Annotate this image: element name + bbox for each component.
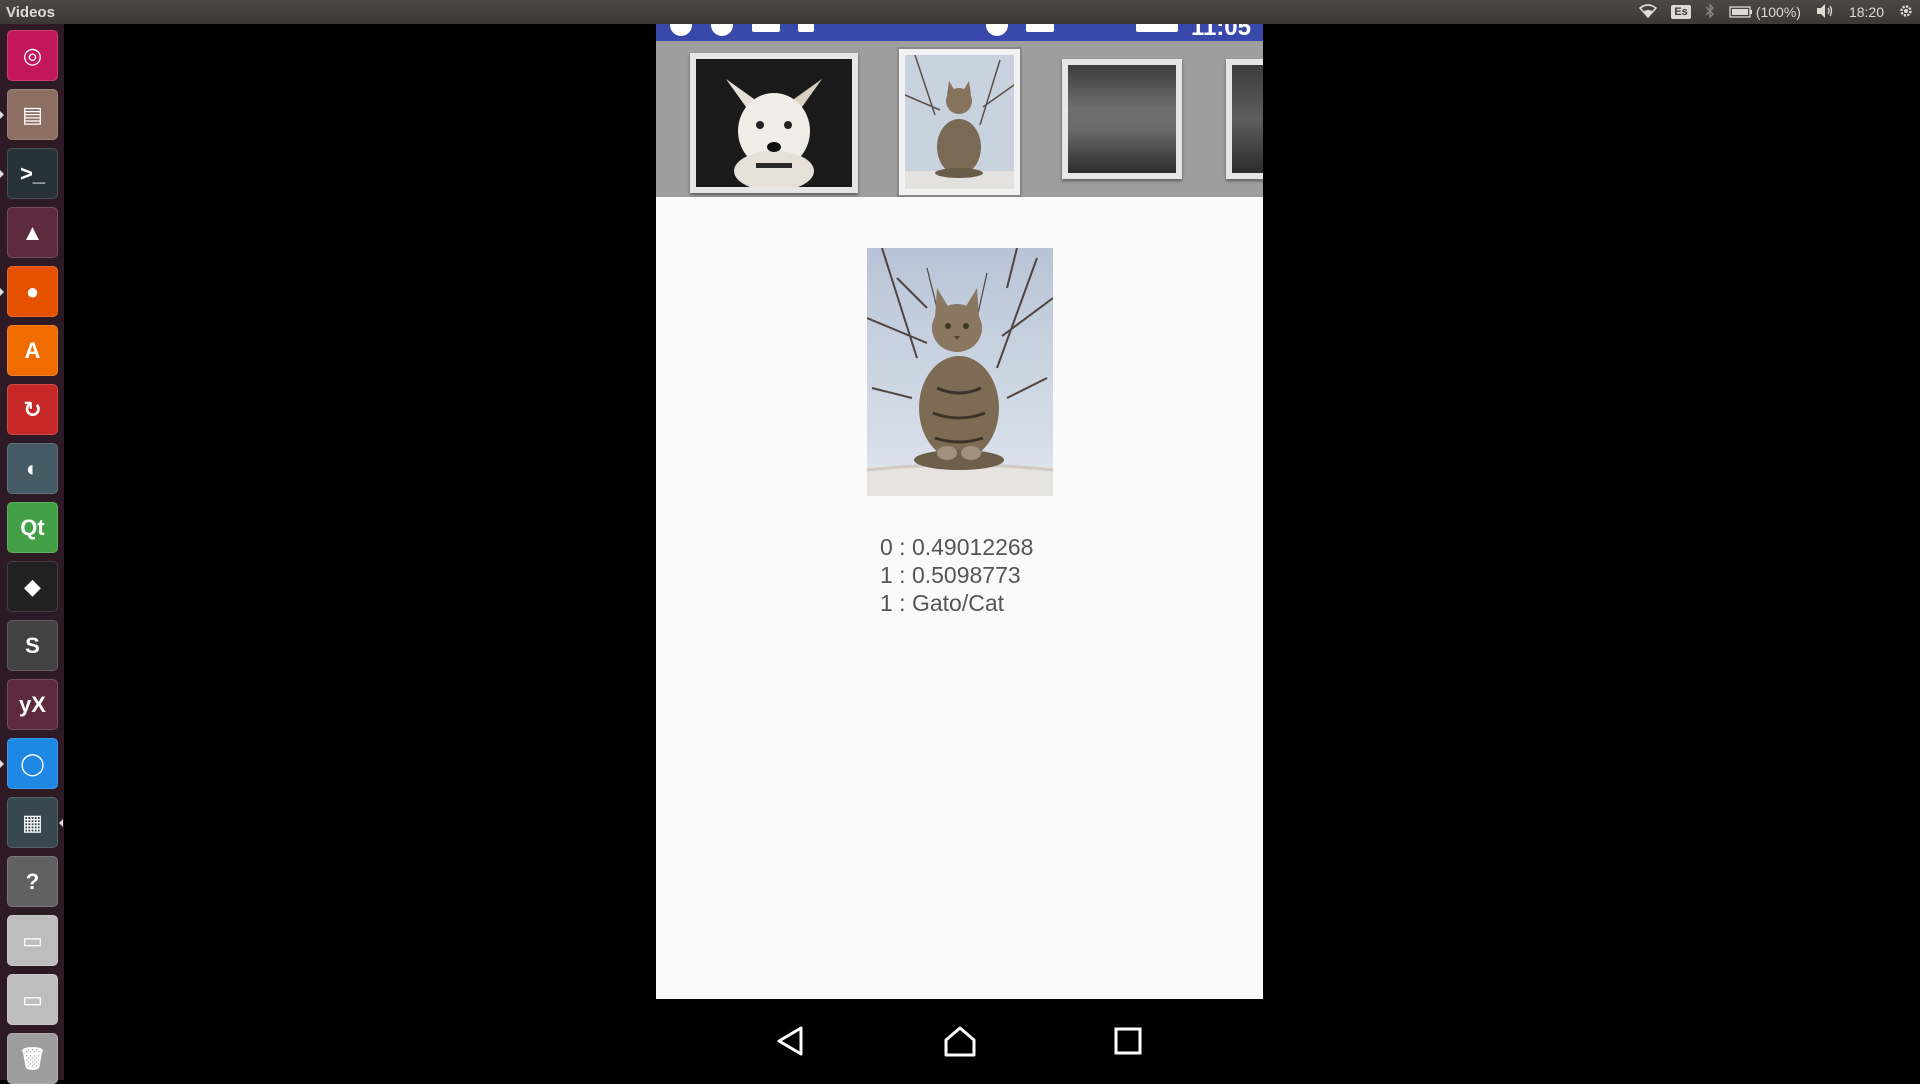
thumbnail-image bbox=[1068, 65, 1176, 173]
vlc-icon: ▲ bbox=[21, 219, 44, 245]
thumbnail-image bbox=[1232, 65, 1263, 173]
keyboard-layout-indicator[interactable]: Es bbox=[1671, 5, 1691, 19]
launcher-item[interactable]: ? bbox=[7, 856, 58, 907]
launcher-item[interactable]: A bbox=[7, 325, 58, 376]
help-icon: ? bbox=[25, 868, 40, 894]
launcher-item[interactable]: ▦ bbox=[7, 797, 58, 848]
launcher-item[interactable]: ↻ bbox=[7, 384, 58, 435]
launcher-item[interactable]: yX bbox=[7, 679, 58, 730]
android-nav-bar bbox=[656, 999, 1263, 1080]
files-icon: ▤ bbox=[22, 101, 43, 127]
launcher-item[interactable]: ▲ bbox=[7, 207, 58, 258]
trash-icon: 🗑 bbox=[18, 1045, 47, 1071]
video-editor-icon: ▦ bbox=[22, 809, 43, 835]
launcher-item[interactable]: ▭ bbox=[7, 915, 58, 966]
launcher-item[interactable]: ▤ bbox=[7, 89, 58, 140]
battery-indicator[interactable]: (100%) bbox=[1729, 4, 1801, 20]
sublime-text-icon: S bbox=[25, 632, 40, 658]
launcher-item[interactable]: ◐ bbox=[7, 443, 58, 494]
alarm-icon bbox=[986, 24, 1008, 36]
classification-results: 0 : 0.49012268 1 : 0.5098773 1 : Gato/Ca… bbox=[880, 533, 1033, 617]
ubuntu-dash-icon: ◎ bbox=[22, 42, 43, 68]
gallery-thumb-cat[interactable] bbox=[897, 47, 1022, 197]
launcher-item[interactable]: Qt bbox=[7, 502, 58, 553]
predicted-label: 1 : Gato/Cat bbox=[880, 590, 1005, 616]
drive-icon: ▭ bbox=[22, 927, 43, 953]
running-indicator bbox=[0, 111, 4, 119]
notification-icon bbox=[798, 24, 814, 32]
running-indicator bbox=[0, 288, 4, 296]
signal-icon bbox=[1026, 24, 1054, 32]
class-1-probability: 1 : 0.5098773 bbox=[880, 562, 1021, 588]
recents-icon[interactable] bbox=[1108, 1021, 1148, 1061]
gallery-thumb-dog[interactable] bbox=[690, 53, 858, 193]
gallery-thumb-4[interactable] bbox=[1226, 59, 1263, 179]
launcher-item[interactable]: S bbox=[7, 620, 58, 671]
launcher-item[interactable]: ◎ bbox=[7, 30, 58, 81]
back-icon[interactable] bbox=[770, 1021, 810, 1061]
running-indicator bbox=[0, 170, 4, 178]
android-clock: 11:05 bbox=[1190, 24, 1251, 41]
dog-image bbox=[696, 59, 852, 187]
notification-icon bbox=[752, 24, 780, 32]
volume-icon[interactable] bbox=[1815, 3, 1835, 22]
launcher-item[interactable]: ● bbox=[7, 266, 58, 317]
gear-icon[interactable] bbox=[1898, 3, 1914, 22]
notification-icon bbox=[711, 24, 733, 36]
launcher-item[interactable]: >_ bbox=[7, 148, 58, 199]
battery-icon bbox=[1729, 6, 1752, 18]
launcher: ◎ ▤ >_ ▲ ● A ↻ ◐ Qt ◆ SyX ◯ ▦? ▭ ▭ 🗑 bbox=[0, 24, 64, 1084]
active-indicator bbox=[59, 819, 63, 827]
wifi-icon[interactable] bbox=[1639, 3, 1658, 21]
cat-image bbox=[905, 55, 1014, 189]
image-gallery[interactable] bbox=[656, 41, 1263, 197]
chromium-icon: ◯ bbox=[20, 750, 45, 776]
indicator-area: Es (100%) 18:20 bbox=[1639, 0, 1914, 24]
software-center-icon: A bbox=[24, 337, 41, 363]
selected-cat-image bbox=[867, 248, 1053, 496]
battery-percent: (100%) bbox=[1755, 4, 1801, 20]
bluetooth-icon[interactable] bbox=[1705, 2, 1715, 22]
launcher-item[interactable]: ◆ bbox=[7, 561, 58, 612]
qt-creator-icon: Qt bbox=[20, 514, 45, 540]
classification-panel: 0 : 0.49012268 1 : 0.5098773 1 : Gato/Ca… bbox=[656, 197, 1263, 999]
android-status-bar: 11:05 bbox=[656, 24, 1263, 41]
running-indicator bbox=[0, 760, 4, 768]
inkscape-icon: ◆ bbox=[24, 573, 41, 599]
launcher-item[interactable]: ▭ bbox=[7, 974, 58, 1025]
disk-usage-icon: ◐ bbox=[25, 455, 40, 481]
launcher-item[interactable]: ◯ bbox=[7, 738, 58, 789]
yed-icon: yX bbox=[19, 691, 46, 717]
launcher-item[interactable]: 🗑 bbox=[7, 1033, 58, 1084]
update-manager-icon: ↻ bbox=[23, 396, 42, 422]
gallery-thumb-3[interactable] bbox=[1062, 59, 1182, 179]
notification-icon bbox=[670, 24, 692, 36]
top-panel: Videos Es (100%) 18:20 bbox=[0, 0, 1920, 24]
terminal-icon: >_ bbox=[19, 160, 46, 186]
home-icon[interactable] bbox=[940, 1021, 980, 1061]
clock[interactable]: 18:20 bbox=[1849, 4, 1884, 20]
battery-icon bbox=[1136, 24, 1178, 32]
drive-icon: ▭ bbox=[22, 986, 43, 1012]
active-app-title: Videos bbox=[6, 3, 55, 21]
class-0-probability: 0 : 0.49012268 bbox=[880, 534, 1034, 560]
firefox-icon: ● bbox=[25, 278, 40, 304]
